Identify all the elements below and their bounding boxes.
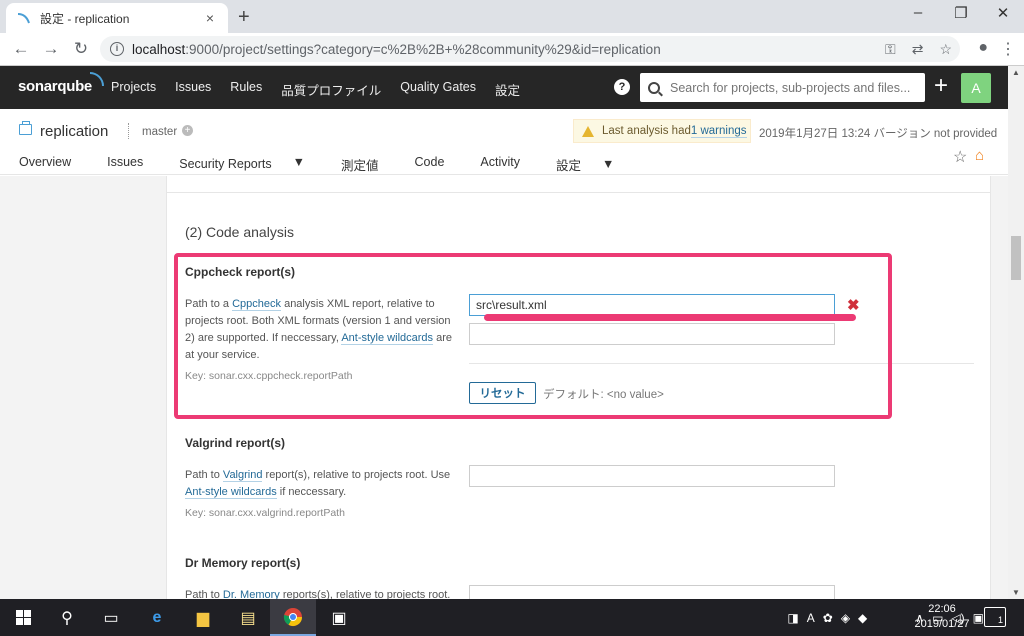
setting-title: Valgrind report(s) — [185, 436, 286, 450]
sonar-navbar: sonarqube Projects Issues Rules 品質プロファイル… — [0, 66, 1024, 109]
bookmark-star-icon[interactable]: ☆ — [939, 41, 952, 58]
translate-icon[interactable]: ⇄ — [912, 41, 924, 58]
tray-app-icon[interactable]: ◨ — [787, 611, 798, 625]
global-search[interactable] — [640, 73, 925, 102]
branch-icon — [128, 123, 132, 139]
help-icon[interactable]: ? — [614, 79, 630, 95]
nav-administration[interactable]: 設定 — [495, 80, 520, 99]
maximize-button[interactable]: ❐ — [946, 4, 976, 22]
start-button[interactable] — [0, 599, 46, 636]
nav-projects[interactable]: Projects — [111, 80, 156, 99]
edge-icon[interactable]: e — [134, 599, 180, 636]
annotation-highlight-box — [174, 253, 892, 419]
search-input[interactable] — [670, 80, 925, 95]
user-avatar[interactable]: A — [961, 73, 991, 103]
network-icon[interactable]: ▣ — [973, 611, 984, 625]
terminal-icon[interactable]: ▣ — [316, 599, 362, 636]
chrome-icon[interactable] — [270, 599, 316, 636]
browser-tabstrip: 設定 - replication × + – ❐ ✕ — [0, 0, 1024, 33]
scroll-thumb[interactable] — [1011, 236, 1021, 280]
home-icon[interactable]: ⌂ — [975, 147, 984, 164]
project-icon — [19, 121, 32, 135]
chevron-down-icon: ▼ — [602, 157, 615, 171]
reload-icon[interactable]: ↻ — [66, 39, 96, 59]
branch-info-icon[interactable]: + — [182, 125, 193, 136]
windows-taskbar: ⚲ ▭ e ▆ ▤ ▣ ◨ A ✿ ◈ ◆ ∧ ▭ ◁) ▣ 22:06 2019… — [0, 599, 1024, 636]
analysis-warning-badge: Last analysis had 1 warnings — [573, 119, 751, 143]
scroll-down-icon[interactable]: ▼ — [1008, 588, 1024, 597]
clock[interactable]: 22:06 2019/01/27 — [913, 602, 971, 632]
favorite-star-icon[interactable]: ☆ — [953, 147, 967, 167]
ime-letter[interactable]: A — [807, 611, 815, 625]
nav-rules[interactable]: Rules — [230, 80, 262, 99]
sonarqube-logo[interactable]: sonarqube — [18, 72, 104, 95]
create-plus-icon[interactable]: + — [934, 74, 948, 98]
tray-app-icon[interactable]: ✿ — [823, 611, 833, 625]
warning-link[interactable]: 1 warnings — [690, 125, 747, 138]
analysis-meta: 2019年1月27日 13:24 バージョン not provided — [759, 128, 998, 140]
page-scrollbar[interactable]: ▲ ▼ — [1008, 66, 1024, 599]
menu-icon[interactable]: ⋮ — [1000, 39, 1016, 59]
task-view-icon[interactable]: ▭ — [88, 599, 134, 636]
project-name[interactable]: replication — [40, 123, 108, 140]
profile-icon[interactable]: ● — [978, 39, 988, 59]
valgrind-path-input[interactable] — [469, 465, 835, 487]
search-icon[interactable]: ⚲ — [44, 599, 90, 636]
tab-close-icon[interactable]: × — [202, 10, 218, 26]
setting-title: Dr Memory report(s) — [185, 556, 301, 570]
tray-app-icon[interactable]: ◈ — [841, 611, 850, 625]
window-close-button[interactable]: ✕ — [988, 4, 1018, 22]
nav-quality-profiles[interactable]: 品質プロファイル — [281, 80, 381, 99]
ant-wildcards-link[interactable]: Ant-style wildcards — [185, 486, 277, 499]
setting-key: Key: sonar.cxx.valgrind.reportPath — [185, 507, 345, 519]
browser-toolbar: ← → ↻ i localhost:9000/project/settings?… — [0, 33, 1024, 66]
windows-logo-icon — [15, 610, 31, 625]
setting-description: Path to Valgrind report(s), relative to … — [185, 469, 451, 499]
browser-tab-title: 設定 - replication — [40, 11, 130, 26]
section-title: (2) Code analysis — [185, 224, 294, 240]
back-icon[interactable]: ← — [6, 39, 36, 59]
file-explorer-icon[interactable]: ▆ — [180, 599, 226, 636]
project-header: replication master + Last analysis had 1… — [0, 109, 1008, 181]
nav-issues[interactable]: Issues — [175, 80, 211, 99]
warning-icon — [582, 125, 594, 137]
warning-text: Last analysis had — [602, 125, 691, 137]
valgrind-link[interactable]: Valgrind — [222, 469, 263, 482]
forward-icon[interactable]: → — [36, 39, 66, 59]
key-icon[interactable]: ⚿ — [885, 41, 896, 58]
tray-app-icon[interactable]: ◆ — [858, 611, 867, 625]
minimize-button[interactable]: – — [903, 4, 933, 21]
sticky-notes-icon[interactable]: ▤ — [225, 599, 271, 636]
address-bar[interactable]: i localhost:9000/project/settings?catego… — [100, 36, 960, 62]
scroll-up-icon[interactable]: ▲ — [1008, 68, 1024, 77]
chevron-down-icon: ▼ — [292, 155, 306, 169]
toolbar-right: ● ⋮ — [978, 39, 1016, 59]
browser-tab[interactable]: 設定 - replication × — [6, 3, 228, 33]
url-text[interactable]: localhost:9000/project/settings?category… — [132, 42, 877, 57]
site-info-icon[interactable]: i — [110, 42, 124, 56]
annotation-underline — [484, 314, 856, 321]
nav-quality-gates[interactable]: Quality Gates — [400, 80, 476, 99]
new-tab-button[interactable]: + — [238, 6, 250, 29]
main-nav: Projects Issues Rules 品質プロファイル Quality G… — [111, 80, 539, 99]
divider — [167, 192, 990, 193]
search-icon — [648, 81, 660, 94]
sonarqube-favicon-icon — [17, 13, 30, 24]
branch-name[interactable]: master — [142, 126, 177, 138]
notification-center-icon[interactable]: 1 — [984, 607, 1006, 627]
